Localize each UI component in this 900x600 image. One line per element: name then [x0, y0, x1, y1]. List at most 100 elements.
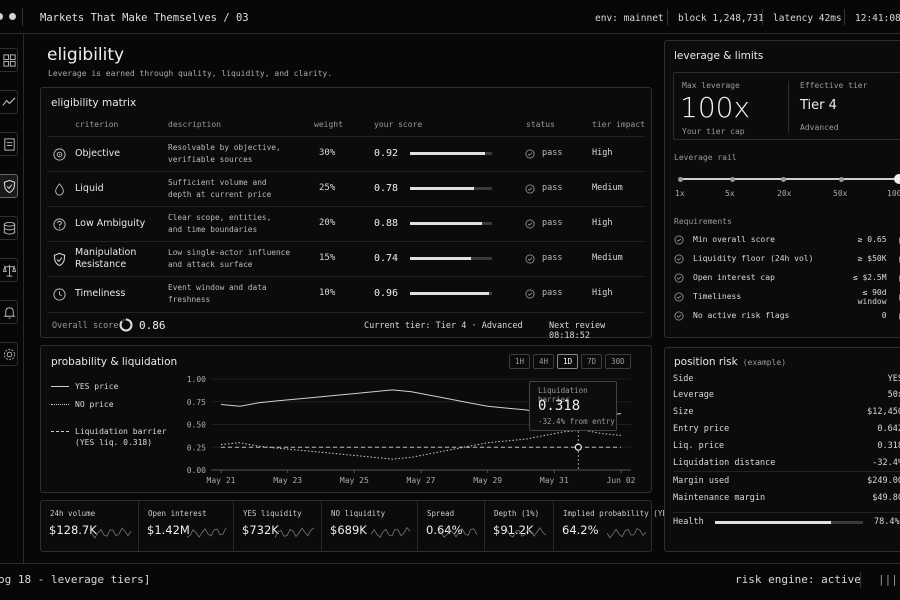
requirement-value: ≤ 90d window: [857, 287, 887, 306]
description-line: Low single-actor influence: [168, 248, 291, 257]
tab-7d[interactable]: 7D: [581, 354, 603, 369]
matrix-row[interactable]: Objective Resolvable by objective, verifia…: [47, 136, 645, 171]
requirement-value: ≥ $50K: [857, 254, 887, 263]
criterion-impact: High: [592, 288, 613, 298]
sidebar-item-shield[interactable]: [0, 174, 18, 198]
sparkline: [275, 527, 315, 538]
tab-1h[interactable]: 1H: [509, 354, 531, 369]
legend-barrier-line: [51, 431, 69, 432]
overall-score-value: 0.86: [139, 319, 166, 332]
sparkline: [507, 527, 547, 538]
matrix-row[interactable]: Liquid Sufficient volume and depth at curr…: [47, 171, 645, 206]
sparkline: [607, 528, 647, 539]
database-icon: [2, 221, 17, 236]
criterion-name: Liquid: [75, 183, 104, 195]
sidebar-item-trend[interactable]: [0, 90, 18, 114]
position-label: Size: [673, 407, 694, 418]
position-value: $49.80: [872, 492, 900, 503]
requirement-value: ≤ $2.5M: [852, 273, 887, 282]
rail-stop[interactable]: [838, 176, 844, 182]
sidebar-item-gear[interactable]: [0, 342, 18, 366]
criterion-name-line: Low Ambiguity: [75, 218, 146, 229]
leverage-panel: leverage & limits Max leverage 100x Your…: [664, 40, 900, 338]
clock-icon: [52, 287, 67, 302]
stat-label: Depth (1%): [494, 509, 540, 518]
dot-icon[interactable]: [9, 13, 16, 20]
dot-icon[interactable]: [0, 13, 3, 20]
page-subtitle: Leverage is earned through quality, liqu…: [48, 69, 333, 78]
matrix-row[interactable]: Manipulation Resistance Low single-actor i…: [47, 241, 645, 276]
bell-icon: [2, 305, 17, 320]
position-label: Side: [673, 373, 694, 384]
chart-panel: probability & liquidation 1H 4H 1D 7D 30D YE…: [40, 345, 652, 493]
document-icon: [2, 137, 17, 152]
criterion-name-line: Objective: [75, 148, 121, 159]
rail-stop[interactable]: [677, 176, 683, 182]
stat-card: NO liquidity $689K: [322, 501, 418, 552]
tab-4h[interactable]: 4H: [533, 354, 555, 369]
rail-stop[interactable]: [780, 176, 786, 182]
requirement-row: Min overall score≥ 0.65pas: [673, 230, 900, 249]
rail-stop[interactable]: [729, 176, 735, 182]
position-label: Leverage: [673, 390, 714, 401]
stat-value: $689K: [330, 523, 367, 537]
x-tick-label: May 31: [540, 476, 569, 485]
col-weight: weight: [314, 120, 343, 129]
sidebar-item-database[interactable]: [0, 216, 18, 240]
requirement-row: Timeliness≤ 90d windowpas: [673, 287, 900, 306]
position-title: position risk: [674, 356, 738, 368]
overall-score-label: Overall score: [52, 321, 119, 331]
x-tick-label: May 27: [407, 476, 436, 485]
criterion-name: Timeliness: [75, 288, 125, 300]
col-criterion: criterion: [75, 120, 119, 129]
legend-no-label: NO price: [75, 400, 114, 409]
x-tick-label: May 23: [273, 476, 302, 485]
barrier-marker[interactable]: [574, 443, 582, 451]
window-controls[interactable]: [0, 13, 16, 20]
score-bar: [410, 222, 492, 225]
sidebar-item-document[interactable]: [0, 132, 18, 156]
position-row: Side YES: [673, 370, 900, 387]
col-status: status: [526, 120, 555, 129]
x-tick-label: May 29: [473, 476, 502, 485]
criterion-description: Low single-actor influence and attack sur…: [168, 247, 290, 271]
stat-card: YES liquidity $732K: [234, 501, 322, 552]
position-label: Liquidation distance: [673, 457, 776, 468]
sidebar-item-grid[interactable]: [0, 48, 18, 72]
rail-tick-label: 1x: [675, 189, 685, 198]
criterion-weight: 15%: [319, 253, 336, 263]
rail-tick-label: 5x: [725, 189, 735, 198]
position-value: $12,450: [867, 407, 900, 418]
position-value: $249.00: [867, 475, 900, 486]
requirement-label: Open interest cap: [693, 273, 775, 282]
criterion-weight: 30%: [319, 148, 336, 158]
effective-tier-label: Effective tier: [800, 81, 868, 90]
matrix-title: eligibility matrix: [51, 97, 137, 109]
sidebar-item-bell[interactable]: [0, 300, 18, 324]
check-circle-icon: [673, 272, 685, 284]
stat-label: YES liquidity: [243, 509, 302, 518]
position-value: 0.318: [877, 440, 900, 451]
requirement-value: ≥ 0.65: [857, 235, 887, 244]
position-label: Maintenance margin: [673, 492, 766, 503]
criterion-description: Event window and data freshness: [168, 282, 267, 306]
matrix-row[interactable]: Timeliness Event window and data freshness…: [47, 276, 645, 311]
matrix-row[interactable]: Low Ambiguity Clear scope, entities, and t…: [47, 206, 645, 241]
tab-30d[interactable]: 30D: [605, 354, 631, 369]
sidebar-item-scale[interactable]: [0, 258, 18, 282]
criterion-weight: 10%: [319, 288, 336, 298]
position-row: Margin used $249.00: [673, 472, 900, 489]
tab-1d[interactable]: 1D: [557, 354, 579, 369]
leverage-rail[interactable]: [677, 174, 900, 184]
series-line: [220, 429, 622, 460]
col-score: your score: [374, 120, 423, 129]
description-line: Clear scope, entities,: [168, 213, 272, 222]
rail-handle[interactable]: [894, 174, 900, 184]
description-line: freshness: [168, 295, 211, 304]
chart-title: probability & liquidation: [51, 356, 178, 368]
stat-value: $128.7K: [49, 523, 97, 537]
legend-yes-label: YES price: [75, 382, 119, 391]
position-label: Liq. price: [673, 440, 725, 451]
rail-tick-label: 20x: [777, 189, 792, 198]
target-icon: [52, 147, 67, 162]
